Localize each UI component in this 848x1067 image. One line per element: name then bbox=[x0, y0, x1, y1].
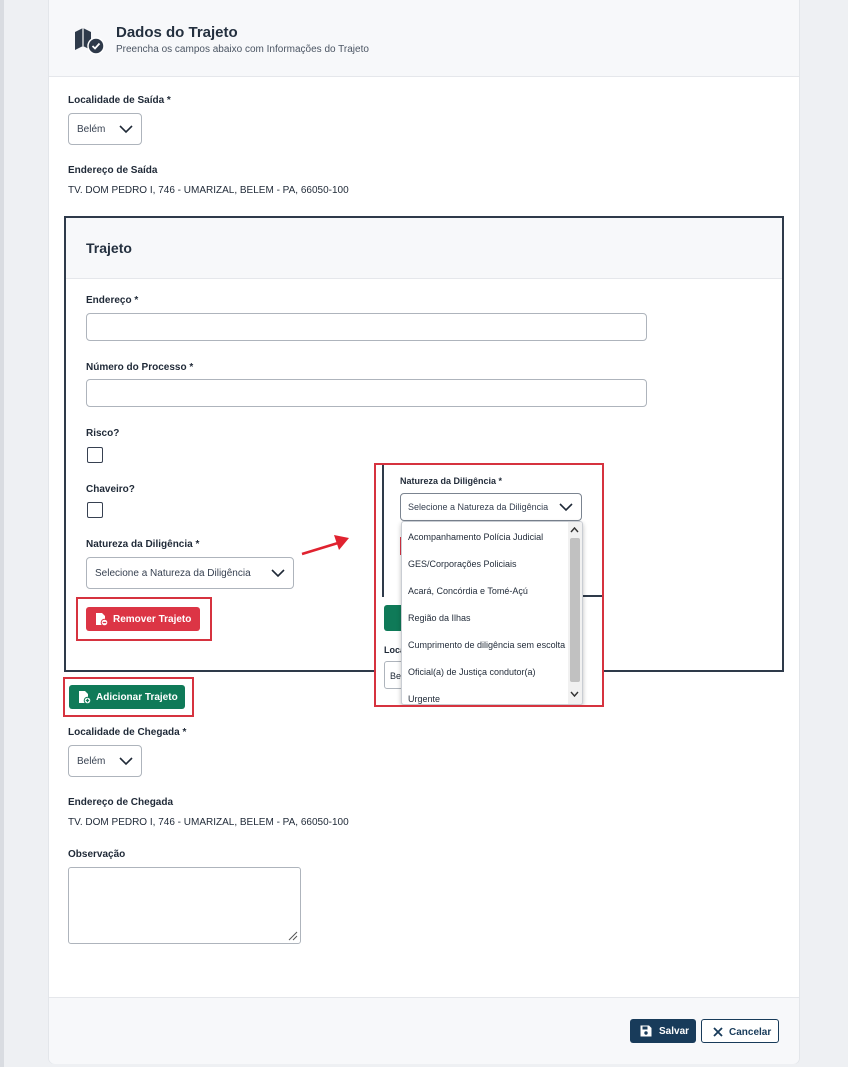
natureza-select[interactable]: Selecione a Natureza da Diligência bbox=[86, 557, 294, 589]
endereco-field[interactable] bbox=[86, 313, 647, 341]
adicionar-trajeto-button[interactable]: Adicionar Trajeto bbox=[69, 685, 185, 709]
observacao-label: Observação bbox=[68, 849, 126, 860]
zoom-natureza-placeholder: Selecione a Natureza da Diligência bbox=[408, 502, 549, 512]
localidade-saida-select[interactable]: Belém bbox=[68, 113, 142, 145]
page-left-shade bbox=[0, 0, 4, 1067]
dropdown-option[interactable]: Oficial(a) de Justiça condutor(a) bbox=[408, 667, 536, 677]
chevron-down-icon[interactable] bbox=[570, 690, 579, 698]
card-header: Dados do Trajeto Preencha os campos abai… bbox=[49, 0, 799, 77]
remover-trajeto-button[interactable]: Remover Trajeto bbox=[86, 607, 200, 631]
route-check-icon bbox=[75, 28, 105, 55]
natureza-placeholder: Selecione a Natureza da Diligência bbox=[95, 568, 251, 579]
zoom-natureza-label: Natureza da Diligência * bbox=[400, 476, 503, 486]
endereco-saida-label: Endereço de Saída bbox=[68, 165, 158, 176]
zoom-callout: Loca Be Natureza da Diligência * Selecio… bbox=[374, 463, 604, 707]
localidade-saida-label: Localidade de Saída * bbox=[68, 95, 171, 106]
localidade-chegada-value: Belém bbox=[77, 756, 106, 767]
localidade-chegada-select[interactable]: Belém bbox=[68, 745, 142, 777]
close-icon bbox=[713, 1027, 723, 1037]
chevron-down-icon bbox=[559, 503, 573, 512]
remover-trajeto-label: Remover Trajeto bbox=[113, 614, 192, 625]
chaveiro-checkbox[interactable] bbox=[87, 502, 103, 518]
cancel-button[interactable]: Cancelar bbox=[701, 1019, 779, 1043]
localidade-chegada-label: Localidade de Chegada * bbox=[68, 727, 187, 738]
endereco-chegada-value: TV. DOM PEDRO I, 746 - UMARIZAL, BELEM -… bbox=[68, 817, 349, 828]
zoom-natureza-select[interactable]: Selecione a Natureza da Diligência bbox=[400, 493, 582, 521]
processo-field[interactable] bbox=[86, 379, 647, 407]
dropdown-option[interactable]: Acompanhamento Polícia Judicial bbox=[408, 532, 543, 542]
dropdown-option[interactable]: Região da Ilhas bbox=[408, 613, 471, 623]
save-icon bbox=[640, 1025, 652, 1037]
chaveiro-label: Chaveiro? bbox=[86, 484, 135, 495]
adicionar-trajeto-label: Adicionar Trajeto bbox=[96, 692, 178, 703]
observacao-textarea[interactable] bbox=[68, 867, 301, 944]
dropdown-option[interactable]: GES/Corporações Policiais bbox=[408, 559, 517, 569]
endereco-label: Endereço * bbox=[86, 295, 139, 306]
arrow-icon bbox=[301, 535, 349, 556]
page-subtitle: Preencha os campos abaixo com Informaçõe… bbox=[116, 44, 369, 55]
trajeto-header: Trajeto bbox=[66, 218, 782, 279]
scrollbar-thumb[interactable] bbox=[570, 538, 580, 682]
dropdown-option[interactable]: Cumprimento de diligência sem escolta bbox=[408, 640, 565, 650]
save-button[interactable]: Salvar bbox=[630, 1019, 696, 1043]
chevron-down-icon bbox=[119, 757, 133, 766]
cancel-label: Cancelar bbox=[729, 1027, 772, 1038]
page-title: Dados do Trajeto bbox=[116, 24, 238, 41]
dropdown-option[interactable]: Urgente bbox=[408, 694, 440, 704]
chevron-down-icon bbox=[271, 569, 285, 578]
trajeto-title: Trajeto bbox=[86, 240, 132, 256]
zoom-border-fragment bbox=[382, 465, 384, 597]
resize-grip-icon[interactable] bbox=[286, 929, 298, 941]
chevron-down-icon bbox=[119, 125, 133, 134]
chevron-up-icon[interactable] bbox=[570, 526, 579, 534]
file-add-icon bbox=[79, 691, 91, 704]
processo-label: Número do Processo * bbox=[86, 362, 194, 373]
file-remove-icon bbox=[96, 613, 108, 626]
natureza-label: Natureza da Diligência * bbox=[86, 539, 200, 550]
zoom-select-fragment-text: Be bbox=[390, 671, 402, 681]
endereco-saida-value: TV. DOM PEDRO I, 746 - UMARIZAL, BELEM -… bbox=[68, 185, 349, 196]
risco-label: Risco? bbox=[86, 428, 120, 439]
save-label: Salvar bbox=[659, 1026, 690, 1037]
natureza-dropdown-list: Acompanhamento Polícia Judicial GES/Corp… bbox=[401, 521, 583, 705]
dropdown-option[interactable]: Acará, Concórdia e Tomé-Açú bbox=[408, 586, 528, 596]
dropdown-scrollbar[interactable] bbox=[568, 522, 582, 704]
localidade-saida-value: Belém bbox=[77, 124, 106, 135]
risco-checkbox[interactable] bbox=[87, 447, 103, 463]
endereco-chegada-label: Endereço de Chegada bbox=[68, 797, 174, 808]
